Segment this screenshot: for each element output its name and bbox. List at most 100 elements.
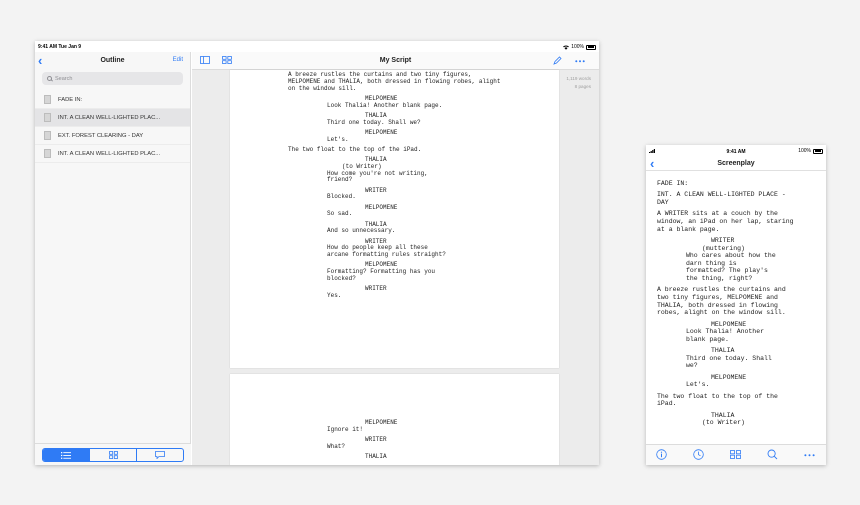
script-line-dialogue: Yes. (327, 292, 342, 299)
script-line-dialogue: And so unnecessary. (327, 227, 396, 235)
script-line-character: THALIA (365, 453, 387, 460)
page-thumbnail-icon (44, 131, 51, 140)
segment-comments[interactable] (137, 449, 183, 461)
status-time: 9:41 AM Tue Jan 9 (38, 44, 82, 50)
word-count: 1,119 words (566, 76, 591, 81)
grid-icon[interactable] (730, 450, 741, 459)
grid-icon (108, 451, 118, 459)
outline-sidebar: ‹ Outline Edit Search FADE IN: INT. A CL… (35, 52, 191, 465)
search-placeholder: Search (55, 75, 73, 82)
ipad-window: 9:41 AM Tue Jan 9 100% ‹ Outline Edit Se… (35, 41, 599, 465)
iphone-nav-bar: ‹ Screenplay (646, 157, 826, 171)
script-line-dialogue: Let's. (327, 135, 349, 143)
script-editor: My Script A breeze rustles the curtains … (192, 52, 599, 465)
iphone-window: 9:41 AM 100% ‹ Screenplay FADE IN: INT. A… (646, 145, 826, 465)
segment-list[interactable] (43, 449, 90, 461)
script-line-character: WRITER (365, 186, 387, 194)
pen-icon[interactable] (553, 56, 562, 65)
script-line-action: robes, alight on the window sill. (657, 309, 786, 317)
outline-list: FADE IN: INT. A CLEAN WELL-LIGHTED PLAC.… (35, 91, 190, 163)
document-stats: 1,119 words 8 pages (566, 75, 591, 91)
screen-title: Screenplay (717, 160, 755, 167)
script-line-dialogue: Ignore it! (327, 425, 364, 433)
script-line-dialogue: blocked? (327, 275, 356, 282)
outline-item-label: FADE IN: (58, 96, 83, 103)
script-line-dialogue: darn thing is (686, 259, 737, 267)
script-line-character: WRITER (365, 436, 387, 443)
editor-nav-bar: My Script (192, 52, 599, 70)
battery-icon (586, 44, 596, 50)
script-line-dialogue: So sad. (327, 210, 353, 218)
outline-item[interactable]: EXT. FOREST CLEARING - DAY (35, 127, 190, 145)
iphone-status-bar: 9:41 AM 100% (646, 145, 826, 157)
script-line-dialogue: we? (686, 362, 698, 370)
search-input[interactable]: Search (42, 72, 183, 85)
edit-button[interactable]: Edit (173, 57, 183, 63)
script-line-action: The two float to the top of the iPad. (288, 145, 422, 153)
script-line-dialogue: friend? (327, 176, 353, 184)
document-title: My Script (379, 57, 412, 64)
list-icon (61, 451, 71, 459)
script-line-action: two tiny figures, MELPOMENE and (657, 294, 778, 301)
sidebar-toolbar (35, 443, 191, 465)
outline-item[interactable]: FADE IN: (35, 91, 190, 109)
script-line-paren: (to Writer) (702, 419, 745, 427)
page-thumbnail-icon (44, 113, 51, 122)
script-line-dialogue: Blocked. (327, 193, 356, 201)
battery-percent: 100% (798, 148, 811, 154)
script-line-character: THALIA (711, 411, 735, 419)
script-line-character: THALIA (711, 347, 735, 355)
search-icon[interactable] (767, 449, 778, 460)
outline-item-selected[interactable]: INT. A CLEAN WELL-LIGHTED PLAC... (35, 109, 190, 127)
more-icon[interactable] (804, 454, 815, 457)
script-line-action: DAY (657, 199, 669, 206)
wifi-icon (563, 45, 570, 50)
iphone-toolbar (646, 444, 826, 465)
script-line-action: FADE IN: (657, 180, 689, 187)
page-thumbnail-icon (44, 149, 51, 158)
sidebar-title: Outline (100, 57, 125, 64)
comment-icon (155, 451, 165, 459)
script-page-2[interactable]: MELPOMENE Ignore it! WRITER What? THALIA (230, 374, 559, 465)
script-line-dialogue: Look Thalia! Another blank page. (327, 101, 443, 109)
script-line-action: iPad. (657, 400, 677, 408)
page-thumbnail-icon (44, 95, 51, 104)
script-line-action: window, an iPad on her lap, staring (657, 218, 794, 225)
script-page-1[interactable]: A breeze rustles the curtains and two ti… (230, 70, 559, 368)
info-icon[interactable] (656, 449, 667, 460)
script-line-character: WRITER (365, 285, 387, 293)
script-line-action: INT. A CLEAN WELL-LIGHTED PLACE - (657, 191, 786, 199)
script-line-dialogue: blank page. (686, 335, 729, 343)
outline-item-label: EXT. FOREST CLEARING - DAY (58, 132, 144, 139)
script-line-character: WRITER (711, 237, 735, 244)
iphone-script-view[interactable]: FADE IN: INT. A CLEAN WELL-LIGHTED PLACE … (646, 172, 826, 444)
script-line-character: MELPOMENE (365, 203, 398, 211)
clock-icon[interactable] (693, 449, 704, 460)
script-line-action: on the window sill. (288, 84, 357, 92)
script-line-action: The two float to the top of the (657, 392, 778, 400)
script-line-paren: (muttering) (702, 244, 745, 252)
more-icon[interactable] (575, 60, 585, 63)
battery-icon (813, 148, 823, 154)
outline-item[interactable]: INT. A CLEAN WELL-LIGHTED PLAC... (35, 145, 190, 163)
page-count: 8 pages (574, 84, 591, 89)
script-line-character: MELPOMENE (711, 373, 747, 381)
script-line-dialogue: formatted? The play's (686, 267, 768, 275)
script-line-dialogue: Look Thalia! Another (686, 328, 765, 336)
script-line-dialogue: What? (327, 442, 346, 450)
sidebar-nav-bar: ‹ Outline Edit (35, 52, 190, 70)
script-line-action: A WRITER sits at a couch by the (657, 210, 778, 218)
segment-grid[interactable] (90, 449, 137, 461)
script-line-action: A breeze rustles the curtains and (657, 286, 786, 294)
view-segmented-control (42, 448, 184, 462)
script-line-character: MELPOMENE (365, 419, 398, 426)
ipad-status-bar: 9:41 AM Tue Jan 9 100% (35, 41, 599, 52)
script-line-dialogue: Let's. (686, 381, 710, 389)
script-line-character: MELPOMENE (365, 128, 398, 136)
script-line-dialogue: Third one today. Shall (686, 354, 772, 362)
search-icon (47, 76, 52, 81)
script-line-action: THALIA, both dressed in flowing (657, 301, 778, 309)
script-line-dialogue: the thing, right? (686, 275, 753, 282)
script-line-action: at a blank page. (657, 225, 720, 233)
script-line-character: MELPOMENE (711, 320, 747, 328)
